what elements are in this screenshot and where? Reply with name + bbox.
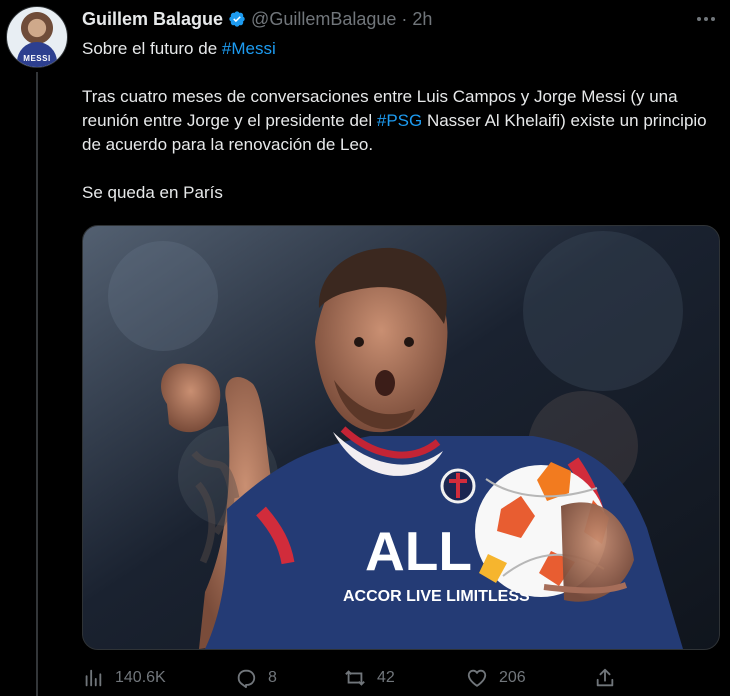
share-button[interactable]	[594, 664, 627, 692]
user-handle[interactable]: @GuillemBalague	[251, 9, 396, 30]
retweet-count: 42	[377, 669, 395, 686]
hashtag-psg[interactable]: #PSG	[377, 111, 422, 130]
avatar-text: MESSI	[23, 54, 51, 63]
views-count: 140.6K	[115, 669, 166, 686]
reply-icon	[237, 669, 256, 689]
avatar[interactable]: MESSI	[6, 6, 68, 68]
tweet-line-1: Sobre el futuro de #Messi	[82, 37, 712, 61]
messi-photo: ALL ACCOR LIVE LIMITLESS	[83, 226, 719, 649]
tweet-text: Sobre el futuro de #Messi Tras cuatro me…	[82, 37, 712, 205]
reply-count: 8	[268, 669, 277, 686]
more-options-icon[interactable]	[694, 10, 718, 28]
tweet-line-1-text: Sobre el futuro de	[82, 39, 222, 58]
timestamp[interactable]: 2h	[412, 9, 432, 30]
display-name[interactable]: Guillem Balague	[82, 9, 223, 30]
tweet-closing: Se queda en París	[82, 183, 223, 202]
tweet-actions: 140.6K 8 42 206	[82, 664, 717, 692]
reply-button[interactable]: 8	[235, 664, 277, 692]
verified-badge-icon	[229, 11, 245, 27]
tweet-image[interactable]: ALL ACCOR LIVE LIMITLESS	[82, 225, 720, 650]
share-icon	[596, 668, 614, 687]
svg-text:ALL: ALL	[365, 520, 472, 582]
tweet-container[interactable]: MESSI Guillem Balague @GuillemBalague · …	[0, 0, 730, 696]
views-icon	[85, 669, 102, 687]
hashtag-messi[interactable]: #Messi	[222, 39, 276, 58]
like-count: 206	[499, 669, 526, 686]
views-button[interactable]: 140.6K	[82, 664, 166, 692]
separator-dot: ·	[401, 8, 408, 29]
like-button[interactable]: 206	[466, 664, 526, 692]
like-icon	[467, 669, 487, 687]
tweet-paragraph: Tras cuatro meses de conversaciones entr…	[82, 85, 712, 157]
retweet-icon	[345, 670, 365, 686]
svg-text:ACCOR LIVE LIMITLESS: ACCOR LIVE LIMITLESS	[343, 588, 530, 605]
retweet-button[interactable]: 42	[344, 664, 395, 692]
thread-line	[36, 72, 38, 696]
tweet-header: Guillem Balague @GuillemBalague · 2h	[82, 7, 432, 31]
